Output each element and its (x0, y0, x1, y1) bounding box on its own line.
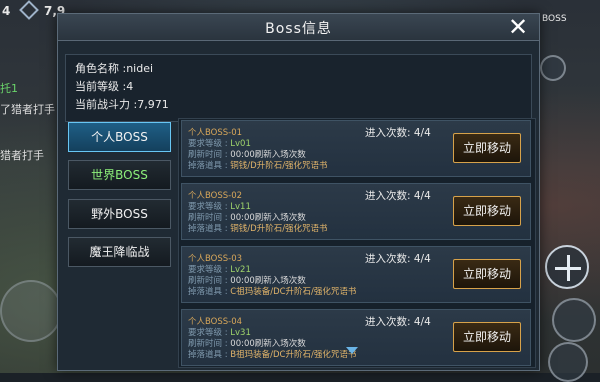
player-info-panel: 角色名称 :nidei 当前等级 :4 当前战斗力 :7,971 (65, 54, 532, 122)
scroll-down-icon[interactable] (346, 347, 358, 354)
target-lock-button[interactable] (545, 245, 589, 289)
drop-value: C祖玛装备/DC升阶石/强化咒语书 (230, 287, 357, 297)
dialog-header: Boss信息 ✕ (58, 14, 539, 41)
drop-label: 掉落道具 : (188, 287, 231, 297)
boss-card-4: 个人BOSS-04 要求等级 : Lv31 刷新时间 : 00:00刷新入场次数… (181, 309, 531, 366)
movement-joystick[interactable] (0, 280, 62, 342)
boss-drop-line: 掉落道具 : 铜钱/D升阶石/强化咒语书 (188, 159, 328, 171)
boss-card-1: 个人BOSS-01 要求等级 : Lv01 刷新时间 : 00:00刷新入场次数… (181, 120, 531, 177)
move-now-button[interactable]: 立即移动 (453, 259, 521, 289)
dialog-title: Boss信息 (265, 21, 332, 37)
move-now-button[interactable]: 立即移动 (453, 196, 521, 226)
drop-value: 铜钱/D升阶石/强化咒语书 (230, 224, 328, 234)
player-level: 当前等级 :4 (75, 80, 134, 93)
entry-count: 进入次数: 4/4 (365, 190, 431, 202)
entry-count: 进入次数: 4/4 (365, 316, 431, 328)
entry-count: 进入次数: 4/4 (365, 127, 431, 139)
hud-nearby-text: 了猎者打手 9 (0, 103, 66, 116)
drop-label: 掉落道具 : (188, 350, 231, 360)
tab-personal-boss[interactable]: 个人BOSS (68, 122, 171, 152)
hud-nearby-text-2: 猎者打手 (0, 149, 44, 162)
tab-demon-king[interactable]: 魔王降临战 (68, 237, 171, 267)
boss-card-3: 个人BOSS-03 要求等级 : Lv21 刷新时间 : 00:00刷新入场次数… (181, 246, 531, 303)
hud-quest-text: 托1 (0, 82, 18, 95)
player-status-hud: 4 7,9 (0, 0, 65, 24)
player-power: 当前战斗力 :7,971 (75, 98, 169, 111)
tab-world-boss[interactable]: 世界BOSS (68, 160, 171, 190)
move-now-button[interactable]: 立即移动 (453, 322, 521, 352)
player-name: 角色名称 :nidei (75, 62, 154, 75)
tab-field-boss[interactable]: 野外BOSS (68, 199, 171, 229)
skill-button[interactable] (552, 298, 596, 342)
drop-label: 掉落道具 : (188, 224, 231, 234)
boss-info-dialog: Boss信息 ✕ 角色名称 :nidei 当前等级 :4 当前战斗力 :7,97… (57, 13, 540, 371)
hud-level: 4 (2, 4, 11, 18)
boss-drop-line: 掉落道具 : C祖玛装备/DC升阶石/强化咒语书 (188, 285, 356, 297)
boss-hud-label[interactable]: BOSS (542, 14, 594, 24)
move-now-button[interactable]: 立即移动 (453, 133, 521, 163)
drop-value: 铜钱/D升阶石/强化咒语书 (230, 161, 328, 171)
drop-value: B祖玛装备/DC升阶石/强化咒语书 (230, 350, 357, 360)
drop-label: 掉落道具 : (188, 161, 231, 171)
rank-icon (19, 0, 39, 20)
entry-count: 进入次数: 4/4 (365, 253, 431, 265)
close-icon[interactable]: ✕ (505, 15, 531, 41)
boss-card-2: 个人BOSS-02 要求等级 : Lv11 刷新时间 : 00:00刷新入场次数… (181, 183, 531, 240)
boss-drop-line: 掉落道具 : B祖玛装备/DC升阶石/强化咒语书 (188, 348, 356, 360)
boss-drop-line: 掉落道具 : 铜钱/D升阶石/强化咒语书 (188, 222, 328, 234)
attack-button[interactable] (548, 342, 588, 382)
settings-icon[interactable] (540, 55, 566, 81)
